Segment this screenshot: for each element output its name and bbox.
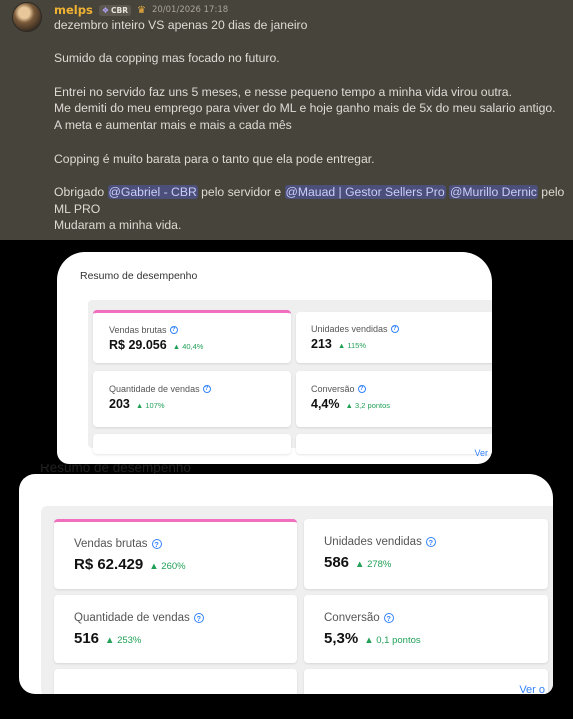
username[interactable]: melps: [54, 3, 93, 17]
chat-message: melps ❖ CBR ♛ 20/01/2026 17:18 dezembro …: [0, 0, 573, 240]
arrow-up-icon: ▲: [149, 561, 162, 572]
metric-label: Conversão: [311, 384, 355, 394]
metric-label: Quantidade de vendas: [74, 612, 190, 624]
message-line: Entrei no servido faz uns 5 meses, e nes…: [54, 84, 512, 99]
metric-label: Quantidade de vendas: [109, 384, 200, 394]
metric-delta: ▲ 3,2 pontos: [346, 401, 391, 410]
thanks-suffix: pelo: [541, 184, 565, 199]
diamond-clan-icon: ❖: [101, 5, 109, 15]
metric-quantidade-vendas[interactable]: Quantidade de vendas? 203 ▲ 107%: [93, 371, 291, 427]
performance-summary-janeiro: Vendas brutas? R$ 62.429 ▲ 260% Unidades …: [19, 474, 553, 694]
metric-delta: ▲ 40,4%: [173, 342, 204, 351]
message-timestamp: 20/01/2026 17:18: [151, 5, 229, 15]
metric-value: 4,4%: [311, 397, 340, 411]
metric-card-cut-off: [93, 434, 291, 454]
metric-delta-value: 0,1 pontos: [376, 635, 421, 646]
metric-delta-value: 107%: [145, 401, 165, 410]
metric-unidades-vendidas[interactable]: Unidades vendidas? 213 ▲ 115%: [296, 312, 492, 363]
see-more-link[interactable]: Ver o: [519, 684, 545, 694]
thanks-line: Obrigado @Gabriel - CBR pelo servidor e …: [54, 184, 564, 201]
metric-value: 213: [311, 337, 332, 351]
help-icon[interactable]: ?: [357, 385, 366, 393]
metric-delta-value: 278%: [367, 559, 392, 570]
metric-label: Vendas brutas: [74, 538, 148, 550]
metric-card-cut-off: [304, 669, 548, 694]
metric-label: Vendas brutas: [109, 325, 167, 335]
help-icon[interactable]: ?: [193, 613, 204, 623]
metric-unidades-vendidas[interactable]: Unidades vendidas? 586 ▲ 278%: [304, 519, 548, 589]
arrow-up-icon: ▲: [105, 635, 118, 646]
arrow-up-icon: ▲: [172, 342, 183, 351]
summary-title: Resumo de desempenho: [80, 270, 198, 282]
clan-tag-label: CBR: [110, 5, 128, 15]
metric-delta: ▲ 253%: [105, 635, 141, 646]
metric-conversao[interactable]: Conversão? 4,4% ▲ 3,2 pontos: [296, 371, 492, 427]
thanks-prefix: Obrigado: [54, 184, 105, 199]
metric-delta: ▲ 107%: [136, 401, 165, 410]
mention-mauad[interactable]: @Mauad | Gestor Sellers Pro: [284, 184, 446, 199]
metric-vendas-brutas[interactable]: Vendas brutas? R$ 62.429 ▲ 260%: [54, 519, 297, 589]
help-icon[interactable]: ?: [383, 613, 394, 623]
mention-murillo[interactable]: @Murillo Dernic: [449, 184, 538, 199]
thanks-line-2: ML PRO: [54, 201, 101, 216]
metrics-panel: Vendas brutas? R$ 62.429 ▲ 260% Unidades …: [41, 506, 553, 694]
metric-delta-value: 115%: [347, 341, 367, 350]
metric-delta: ▲ 278%: [355, 559, 391, 570]
metric-delta: ▲ 260%: [149, 561, 185, 572]
metric-value: R$ 62.429: [74, 556, 144, 573]
clan-tag[interactable]: ❖ CBR: [98, 4, 131, 16]
metric-delta: ▲ 115%: [338, 341, 366, 350]
metric-delta: ▲ 0,1 pontos: [364, 635, 420, 646]
metric-value: 203: [109, 397, 130, 411]
metric-quantidade-vendas[interactable]: Quantidade de vendas? 516 ▲ 253%: [54, 595, 297, 663]
help-icon[interactable]: ?: [425, 537, 436, 547]
message-header: melps ❖ CBR ♛ 20/01/2026 17:18: [54, 3, 228, 17]
help-icon[interactable]: ?: [390, 325, 399, 333]
message-line: A meta e aumentar mais e mais a cada mês: [54, 118, 292, 133]
user-avatar[interactable]: [12, 2, 42, 32]
help-icon[interactable]: ?: [151, 539, 162, 549]
arrow-up-icon: ▲: [345, 401, 356, 410]
metric-card-cut-off: [296, 434, 492, 454]
arrow-up-icon: ▲: [355, 559, 368, 570]
mention-gabriel[interactable]: @Gabriel - CBR: [107, 184, 198, 199]
metric-label: Conversão: [324, 612, 380, 624]
metric-value: 586: [324, 554, 350, 571]
metric-label: Unidades vendidas: [324, 536, 422, 548]
see-more-link[interactable]: Ver: [474, 448, 488, 458]
arrow-up-icon: ▲: [135, 401, 146, 410]
performance-summary-dezembro: Resumo de desempenho Vendas brutas? R$ 2…: [57, 252, 492, 464]
metric-delta-value: 260%: [161, 561, 186, 572]
arrow-up-icon: ▲: [337, 341, 348, 350]
message-body: dezembro inteiro VS apenas 20 dias de ja…: [54, 17, 564, 234]
metric-delta-value: 253%: [117, 635, 142, 646]
metric-vendas-brutas[interactable]: Vendas brutas? R$ 29.056 ▲ 40,4%: [93, 310, 291, 363]
metric-delta-value: 3,2 pontos: [355, 401, 391, 410]
metric-delta-value: 40,4%: [182, 342, 204, 351]
message-line: Sumido da copping mas focado no futuro.: [54, 51, 280, 66]
crown-icon: ♛: [136, 4, 146, 16]
help-icon[interactable]: ?: [202, 385, 211, 393]
message-line: dezembro inteiro VS apenas 20 dias de ja…: [54, 18, 308, 32]
metric-conversao[interactable]: Conversão? 5,3% ▲ 0,1 pontos: [304, 595, 548, 663]
metric-value: 5,3%: [324, 630, 359, 647]
metric-card-cut-off: [54, 669, 297, 694]
arrow-up-icon: ▲: [364, 635, 377, 646]
metric-label: Unidades vendidas: [311, 324, 388, 334]
metrics-panel: Vendas brutas? R$ 29.056 ▲ 40,4% Unidades…: [88, 300, 492, 454]
thanks-middle: pelo servidor e: [201, 184, 282, 199]
help-icon[interactable]: ?: [169, 326, 178, 334]
closing-line: Mudaram a minha vida.: [54, 218, 182, 233]
message-line: Copping é muito barata para o tanto que …: [54, 151, 375, 166]
metric-value: 516: [74, 630, 100, 647]
message-line: Me demiti do meu emprego para viver do M…: [54, 101, 556, 116]
metric-value: R$ 29.056: [109, 338, 167, 352]
